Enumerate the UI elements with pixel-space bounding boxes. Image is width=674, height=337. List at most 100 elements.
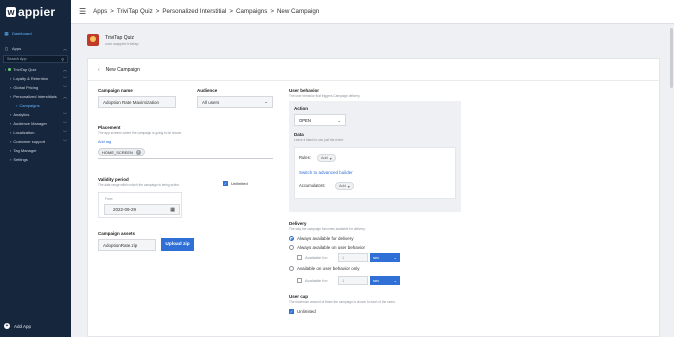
sidebar-item-analytics[interactable]: › Analytics ﹀: [0, 110, 71, 119]
available-for-unit-1[interactable]: sec ⌄: [370, 253, 400, 262]
sidebar-item-label: Global Pricing: [13, 85, 39, 90]
from-label: From: [105, 197, 113, 201]
breadcrumb-app[interactable]: TriviTap Quiz: [117, 8, 153, 15]
radio-icon[interactable]: [289, 245, 294, 250]
checkbox-icon[interactable]: ✓: [223, 181, 228, 186]
delivery-option-label: Always available for delivery: [297, 236, 354, 241]
breadcrumb-personalized-interstitial[interactable]: Personalized Interstitial: [162, 8, 226, 15]
sidebar-item-apps[interactable]: ▯ Apps ︿: [0, 44, 71, 53]
checkbox-icon[interactable]: [297, 278, 302, 283]
assets-file-input[interactable]: AdoptionRate.zip: [98, 239, 156, 251]
user-cap-unlimited[interactable]: ✓ Unlimited: [289, 309, 316, 314]
validity-label: Validity period: [98, 177, 129, 182]
campaign-name-input[interactable]: Adoption Rate Maximization: [98, 96, 176, 108]
user-cap-label: User cap: [289, 294, 309, 299]
sidebar-item-label: Tag Manager: [13, 148, 37, 153]
rules-box: Rules: Add ▾ Switch to advanced builder …: [294, 147, 456, 199]
breadcrumb-separator: >: [155, 8, 160, 15]
chevron-down-icon: ﹀: [63, 84, 67, 90]
logo[interactable]: w appier: [0, 0, 71, 24]
sidebar-item-dashboard[interactable]: ▦ Dashboard: [0, 29, 71, 38]
sidebar-item-tag-manager[interactable]: › Tag Manager: [0, 146, 71, 155]
sidebar-item-label: Localization: [13, 130, 35, 135]
checkbox-icon[interactable]: ✓: [289, 309, 294, 314]
audience-select[interactable]: All users ⌄: [197, 96, 273, 108]
dashboard-icon: ▦: [4, 30, 9, 36]
user-behavior-hint: The user behavior that triggers Campaign…: [289, 94, 361, 98]
sidebar-item-customer-support[interactable]: › Customer support ﹀: [0, 137, 71, 146]
app-name: TriviTap Quiz: [105, 34, 134, 41]
validity-unlimited[interactable]: ✓ Unlimited: [223, 181, 248, 186]
radio-icon[interactable]: [289, 236, 294, 241]
breadcrumb: Apps > TriviTap Quiz > Personalized Inte…: [93, 8, 319, 15]
sidebar-item-label: Campaigns: [19, 103, 40, 108]
app-icon: [87, 34, 99, 46]
phone-icon: ▯: [5, 45, 8, 51]
delivery-hint: The way the campaign becomes available f…: [289, 227, 366, 231]
breadcrumb-current: New Campaign: [276, 8, 320, 15]
rules-add-select[interactable]: Add ▾: [317, 154, 336, 162]
available-for-unit-2[interactable]: sec ⌄: [370, 276, 400, 285]
radio-icon[interactable]: [289, 266, 294, 271]
data-hint: Leave it blank to use just the event.: [294, 138, 344, 142]
unlimited-label: Unlimited: [297, 309, 316, 314]
available-for-number-2[interactable]: 1: [338, 276, 368, 285]
user-cap-hint: The maximum amount of times the campaign…: [289, 300, 396, 304]
chevron-up-icon: ︿: [63, 93, 67, 99]
delivery-label: Delivery: [289, 221, 307, 226]
available-for-row-1: Available for:: [297, 255, 328, 260]
delivery-option-always[interactable]: Always available for delivery: [289, 236, 354, 241]
delivery-option-label: Always available on user behavior: [297, 245, 366, 250]
add-app-label: Add App: [14, 323, 32, 329]
plus-icon: +: [4, 323, 10, 329]
search-placeholder: Search App: [7, 57, 27, 61]
accumulators-add-value: Add: [339, 184, 346, 188]
search-app-input[interactable]: Search App ⚲: [3, 55, 68, 63]
page-scrollbar[interactable]: [670, 28, 673, 88]
breadcrumb-apps[interactable]: Apps: [93, 8, 107, 15]
rules-row: Rules:: [299, 155, 311, 160]
switch-advanced-builder-link[interactable]: Switch to advanced builder: [299, 170, 353, 175]
sidebar-item-personalized-interstitials[interactable]: › Personalized Interstitials ︿: [0, 92, 71, 101]
sidebar-item-global-pricing[interactable]: › Global Pricing ﹀: [0, 83, 71, 92]
placement-chip-label: HOME_SCREEN: [102, 149, 133, 155]
upload-zip-button[interactable]: Upload zip: [161, 238, 194, 251]
sidebar-item-localization[interactable]: › Localization ﹀: [0, 128, 71, 137]
delivery-option-always-behavior[interactable]: Always available on user behavior: [289, 245, 365, 250]
action-select[interactable]: OPEN ⌄: [294, 114, 346, 126]
unit-value: sec: [373, 278, 380, 283]
rules-label: Rules:: [299, 155, 311, 160]
add-tag-link[interactable]: Add tag: [98, 140, 111, 144]
chevron-down-icon: ﹀: [63, 111, 67, 117]
assets-label: Campaign assets: [98, 231, 136, 236]
caret-down-icon: ▾: [329, 156, 332, 161]
chevron-up-icon: ︿: [63, 66, 67, 72]
available-for-number-1[interactable]: 1: [338, 253, 368, 262]
app-header: TriviTap Quiz com.wappier.trivitap: [87, 34, 139, 46]
app-status-dot: [8, 68, 12, 71]
calendar-icon[interactable]: ▦: [170, 207, 175, 213]
from-date-input[interactable]: 2022-09-29 ▦: [104, 204, 180, 215]
menu-icon[interactable]: ☰: [79, 7, 86, 16]
sidebar-item-settings[interactable]: › Settings: [0, 155, 71, 164]
accumulators-add-select[interactable]: Add ▾: [335, 182, 354, 190]
sidebar-item-trivitap[interactable]: › TriviTap Quiz ︿: [0, 65, 71, 74]
chevron-down-icon: ﹀: [63, 138, 67, 144]
sidebar-item-audience-manager[interactable]: › Audience Manager ﹀: [0, 119, 71, 128]
sidebar-item-loyalty[interactable]: › Loyalty & Retention ﹀: [0, 74, 71, 83]
delivery-option-behavior-only[interactable]: Available on user behavior only: [289, 266, 359, 271]
checkbox-icon[interactable]: [297, 255, 302, 260]
sidebar-item-label: TriviTap Quiz: [13, 67, 37, 72]
from-date-value: 2022-09-29: [113, 207, 137, 212]
sidebar-item-campaigns[interactable]: › Campaigns: [0, 101, 71, 110]
breadcrumb-separator: >: [110, 8, 114, 15]
back-arrow-icon[interactable]: ‹: [98, 67, 100, 73]
chevron-up-icon: ︿: [63, 45, 67, 51]
campaign-name-label: Campaign name: [98, 88, 133, 93]
app-package: com.wappier.trivitap: [105, 41, 139, 46]
breadcrumb-campaigns[interactable]: Campaigns: [236, 8, 267, 15]
available-for-label: Available for:: [305, 278, 329, 283]
available-for-row-2: Available for:: [297, 278, 328, 283]
add-app-button[interactable]: + Add App: [4, 323, 31, 329]
remove-chip-icon[interactable]: ×: [135, 149, 141, 155]
